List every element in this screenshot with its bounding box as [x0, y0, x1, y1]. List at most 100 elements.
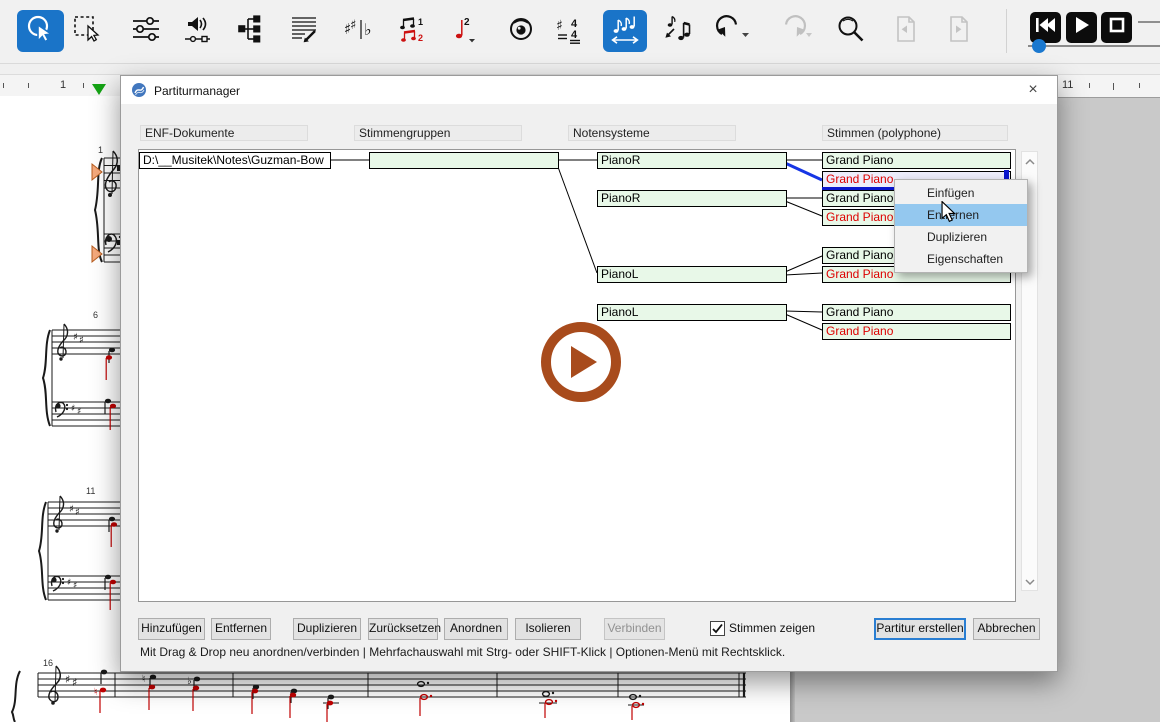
- select-tool-button[interactable]: [17, 10, 64, 52]
- measure-number-6: 6: [93, 310, 98, 320]
- svg-text:♯: ♯: [79, 335, 84, 346]
- stimmen-zeigen-label: Stimmen zeigen: [729, 621, 815, 635]
- list-pencil-icon: [289, 14, 319, 49]
- page-next-icon: [943, 14, 973, 49]
- marquee-select-button[interactable]: [67, 11, 107, 51]
- ruler-position-marker[interactable]: [92, 84, 106, 95]
- music-system-3: 11 ♯ ♯ ♯ ♯: [39, 486, 122, 610]
- duplizieren-button[interactable]: Duplizieren: [293, 618, 361, 640]
- edit-lines-button[interactable]: [284, 11, 324, 51]
- voice-box-1[interactable]: Grand Piano: [822, 152, 1011, 169]
- capella-logo-icon: [131, 82, 147, 103]
- play-triangle-icon: [571, 346, 597, 378]
- speaker-nodes-icon: [183, 14, 213, 49]
- svg-text:♯: ♯: [73, 332, 78, 343]
- ruler-number-right: 11: [1062, 79, 1073, 91]
- shift-notes-icon: [662, 14, 692, 49]
- mixer-sliders-icon: [131, 14, 161, 49]
- scroll-up-icon[interactable]: [1023, 155, 1037, 167]
- undo-button[interactable]: [711, 11, 755, 51]
- svg-text:1: 1: [418, 17, 423, 27]
- measure-number-1: 1: [98, 145, 103, 155]
- system-box-pianor-1[interactable]: PianoR: [597, 152, 787, 169]
- svg-text:♭: ♭: [187, 676, 192, 687]
- svg-text:♯: ♯: [77, 407, 81, 417]
- menu-item-einfuegen[interactable]: Einfügen: [895, 182, 1027, 204]
- key-time-signature-button[interactable]: ♯ 4 4: [551, 11, 591, 51]
- stimmen-zeigen-checkbox[interactable]: [710, 621, 725, 636]
- dialog-title: Partiturmanager: [154, 84, 240, 98]
- svg-text:♯: ♯: [556, 18, 563, 34]
- verbinden-button[interactable]: Verbinden: [604, 618, 665, 640]
- zoom-button[interactable]: [831, 11, 871, 51]
- entfernen-button[interactable]: Entfernen: [211, 618, 271, 640]
- ruler-tick: [1113, 83, 1114, 90]
- sharp-flat-icon: ♯ ♯ ♭: [344, 14, 374, 49]
- note-spacing-button[interactable]: [603, 10, 647, 52]
- enf-document-box[interactable]: D:\__Musitek\Notes\Guzman-Bow: [139, 152, 331, 169]
- system-box-pianol-2[interactable]: PianoL: [597, 304, 787, 321]
- column-header-notensysteme: Notensysteme: [568, 125, 736, 141]
- view-button[interactable]: [501, 11, 541, 51]
- menu-item-duplizieren[interactable]: Duplizieren: [895, 226, 1027, 248]
- play-icon: [1073, 15, 1091, 40]
- svg-text:♮: ♮: [142, 674, 146, 685]
- ruler-tick: [3, 83, 4, 88]
- key-time-signature-icon: ♯ 4 4: [556, 14, 586, 49]
- shift-notes-button[interactable]: [657, 11, 697, 51]
- dialog-titlebar[interactable]: Partiturmanager ×: [121, 76, 1057, 104]
- column-header-enf-dokumente: ENF-Dokumente: [140, 125, 308, 141]
- svg-text:♯: ♯: [72, 676, 77, 689]
- checkmark-icon: [711, 622, 724, 635]
- mixer-button[interactable]: [126, 11, 166, 51]
- video-play-overlay-button[interactable]: [541, 322, 621, 402]
- scroll-down-icon[interactable]: [1023, 575, 1037, 587]
- stop-button[interactable]: [1101, 12, 1132, 43]
- partitur-erstellen-button[interactable]: Partitur erstellen: [874, 618, 966, 640]
- isolieren-button[interactable]: Isolieren: [515, 618, 581, 640]
- anordnen-button[interactable]: Anordnen: [444, 618, 508, 640]
- rewind-button[interactable]: [1030, 12, 1061, 43]
- play-transport-button[interactable]: [1066, 12, 1097, 43]
- svg-text:♯: ♯: [75, 507, 80, 518]
- stop-icon: [1107, 15, 1127, 40]
- voice-2-note-icon: 2: [449, 14, 479, 49]
- playback-slider-track[interactable]: [1028, 45, 1160, 47]
- zuruecksetzen-button[interactable]: Zurücksetzen: [368, 618, 438, 640]
- svg-text:♯: ♯: [65, 673, 70, 686]
- playback-slider-knob[interactable]: [1032, 39, 1046, 53]
- toolbar-separator: [1006, 9, 1007, 53]
- rewind-icon: [1035, 15, 1056, 40]
- svg-text:2: 2: [418, 33, 423, 43]
- menu-item-eigenschaften[interactable]: Eigenschaften: [895, 248, 1027, 270]
- page-previous-button[interactable]: [885, 11, 925, 51]
- column-header-stimmengruppen: Stimmengruppen: [354, 125, 522, 141]
- menu-item-entfernen[interactable]: Entfernen: [895, 204, 1027, 226]
- hinzufuegen-button[interactable]: Hinzufügen: [138, 618, 205, 640]
- voices-1-2-button[interactable]: 1 2: [392, 11, 432, 51]
- system-box-pianol-1[interactable]: PianoL: [597, 266, 787, 283]
- voice-2-button[interactable]: 2: [444, 11, 484, 51]
- abbrechen-button[interactable]: Abbrechen: [973, 618, 1040, 640]
- voice-box-7[interactable]: Grand Piano: [822, 304, 1011, 321]
- voices-1-2-icon: 1 2: [397, 14, 427, 49]
- system-structure-button[interactable]: [232, 11, 272, 51]
- eye-icon: [506, 14, 536, 49]
- music-system-2: 6 ♯ ♯ ♯ ♯: [43, 310, 122, 430]
- ruler-tick: [1139, 83, 1140, 88]
- cursor-click-icon: [25, 13, 57, 50]
- page-next-button[interactable]: [938, 11, 978, 51]
- system-box-pianor-2[interactable]: PianoR: [597, 190, 787, 207]
- accidentals-button[interactable]: ♯ ♯ ♭: [339, 11, 379, 51]
- context-menu: Einfügen Entfernen Duplizieren Eigenscha…: [894, 179, 1028, 273]
- ruler-tick: [1089, 83, 1090, 88]
- voice-group-box[interactable]: [369, 152, 559, 169]
- redo-button[interactable]: [773, 11, 817, 51]
- application-window: ♯ ♯ ♭ 1 2 2: [0, 0, 1160, 722]
- svg-text:4: 4: [571, 29, 578, 41]
- close-icon[interactable]: ×: [1023, 80, 1043, 100]
- audio-playback-button[interactable]: [178, 11, 218, 51]
- voice-box-8[interactable]: Grand Piano: [822, 323, 1011, 340]
- secondary-slider-track: [1138, 21, 1160, 23]
- mouse-cursor: [941, 201, 957, 228]
